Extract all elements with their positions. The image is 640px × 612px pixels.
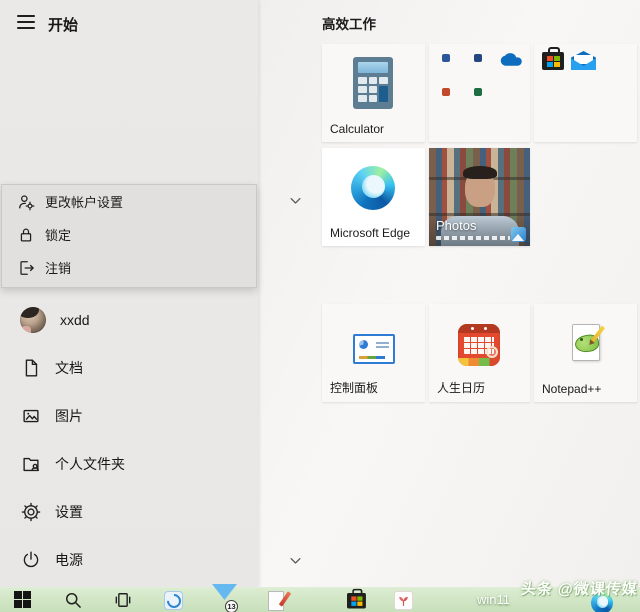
start-button-windows-logo[interactable]: [14, 591, 31, 608]
notes-app-icon[interactable]: [268, 591, 292, 611]
sidebar-item-user-xxdd[interactable]: xxdd: [0, 296, 258, 344]
hamburger-bar: [17, 26, 35, 29]
hamburger-menu-button[interactable]: [17, 15, 35, 30]
pictures-icon: [20, 405, 42, 427]
tile-store-mail-folder[interactable]: [534, 44, 637, 142]
sidebar-item-pictures[interactable]: 图片: [0, 392, 258, 440]
tile-photos[interactable]: Photos: [429, 148, 530, 246]
sidebar-item-label: 图片: [55, 408, 83, 424]
tile-label: Calculator: [330, 122, 385, 136]
tile-notepad-plus-plus[interactable]: Notepad++: [534, 304, 637, 402]
sidebar-item-label: 文档: [55, 360, 83, 376]
calendar-icon: [458, 324, 500, 366]
store-icon: [542, 47, 564, 70]
document-icon: [20, 357, 42, 379]
tile-label: Photos: [436, 218, 477, 233]
hamburger-bar: [17, 20, 35, 23]
sidebar-item-settings[interactable]: 设置: [0, 488, 258, 536]
person-photo: [462, 166, 497, 207]
power-icon: [20, 549, 42, 571]
task-view-icon[interactable]: [113, 590, 133, 612]
tile-microsoft-edge[interactable]: Microsoft Edge: [322, 148, 425, 246]
sidebar-item-power[interactable]: 电源: [0, 536, 258, 584]
settings-gear-icon: [20, 501, 42, 523]
tile-group-title[interactable]: 高效工作: [322, 13, 376, 33]
tile-label: 控制面板: [330, 381, 379, 395]
search-icon[interactable]: [63, 590, 83, 612]
flower-app-icon[interactable]: [394, 591, 413, 610]
watermark-text: 头条 @微课传媒: [520, 581, 639, 598]
flyout-item-label: 锁定: [45, 228, 72, 243]
start-title: 开始: [48, 17, 79, 34]
user-settings-icon: [16, 191, 36, 213]
sign-out-icon: [16, 257, 36, 279]
photo-caption-text: [436, 236, 510, 240]
sidebar-item-personal-folder[interactable]: 个人文件夹: [0, 440, 258, 488]
edge-icon: [351, 166, 395, 210]
chevron-down-icon[interactable]: [288, 553, 303, 568]
word-dot-icon: [442, 54, 450, 62]
start-left-rail: 开始 xxdd 文档 图片 个人文件夹 设置 电源: [0, 0, 258, 587]
user-avatar: [20, 307, 46, 333]
flyout-item-label: 注销: [45, 261, 72, 276]
tile-life-calendar[interactable]: 人生日历: [429, 304, 530, 402]
sidebar-item-documents[interactable]: 文档: [0, 344, 258, 392]
excel-dot-icon: [474, 88, 482, 96]
microsoft-store-icon[interactable]: [347, 588, 366, 609]
photos-app-icon: [511, 227, 526, 242]
lock-icon: [16, 224, 36, 246]
notepad-plus-plus-icon: [566, 322, 606, 364]
tile-label: Microsoft Edge: [330, 226, 411, 240]
flyout-item-label: 更改帐户设置: [45, 195, 124, 210]
tile-label: Notepad++: [542, 382, 602, 396]
personal-folder-icon: [20, 453, 42, 475]
mail-icon: [571, 51, 596, 70]
mail-unread-badge: 13: [225, 600, 238, 612]
sidebar-item-label: 个人文件夹: [55, 456, 125, 472]
backup-app-icon[interactable]: [163, 590, 184, 611]
sidebar-item-label: 设置: [55, 504, 83, 520]
chevron-down-icon[interactable]: [288, 193, 303, 208]
tile-office-folder[interactable]: [429, 44, 530, 142]
onedrive-cloud-icon: [499, 50, 526, 68]
flyout-item-lock[interactable]: 锁定: [2, 218, 256, 251]
calculator-icon: [353, 57, 393, 109]
sidebar-item-label: xxdd: [60, 312, 90, 328]
sidebar-item-label: 电源: [55, 552, 83, 568]
app-dot-icon: [474, 54, 482, 62]
taskbar-win11-label[interactable]: win11: [477, 592, 510, 607]
windows10-start-screen: 开始 xxdd 文档 图片 个人文件夹 设置 电源 更改帐户设置 锁定 注销 高…: [0, 0, 640, 612]
flyout-item-sign-out[interactable]: 注销: [2, 251, 256, 284]
control-panel-icon: [353, 334, 395, 364]
powerpoint-dot-icon: [442, 88, 450, 96]
tile-control-panel[interactable]: 控制面板: [322, 304, 425, 402]
account-flyout: 更改帐户设置 锁定 注销: [1, 184, 257, 288]
flyout-item-change-account-settings[interactable]: 更改帐户设置: [2, 185, 256, 218]
tile-calculator[interactable]: Calculator: [322, 44, 425, 142]
hamburger-bar: [17, 15, 35, 18]
tile-label: 人生日历: [437, 381, 486, 395]
